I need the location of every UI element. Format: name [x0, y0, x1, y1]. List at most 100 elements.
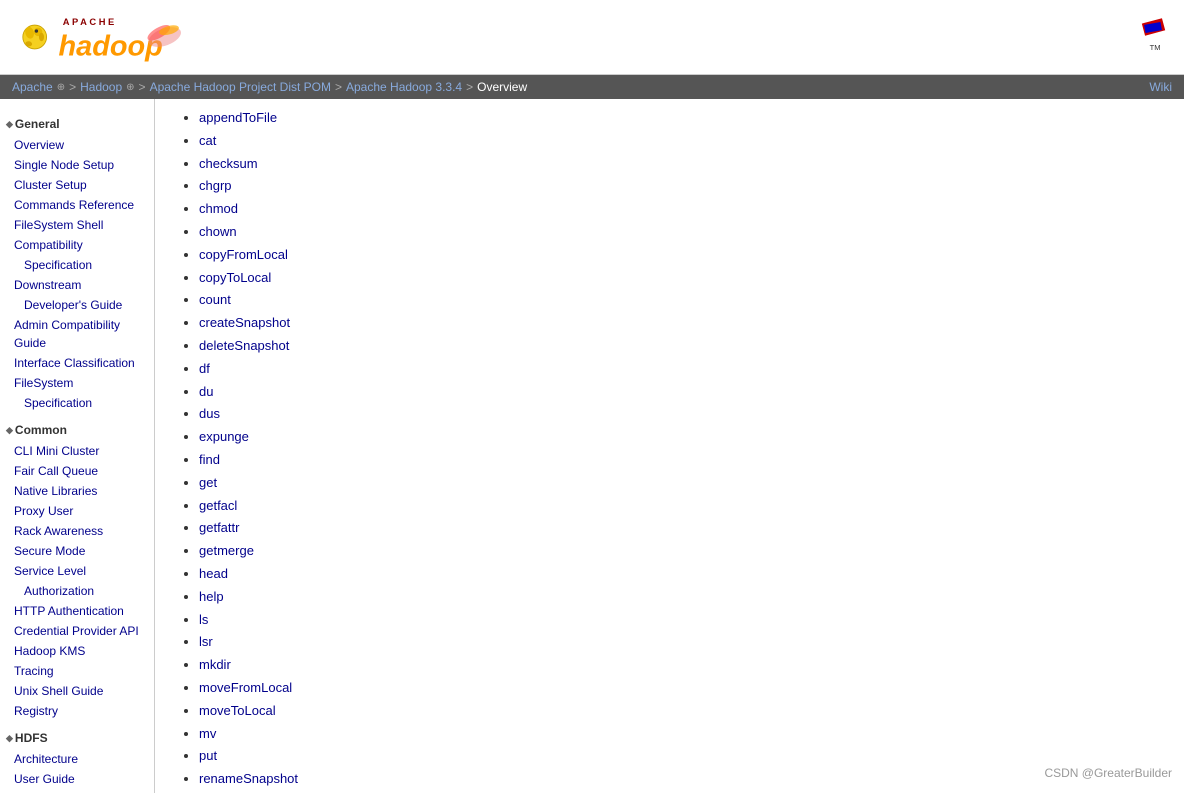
layout: General Overview Single Node Setup Clust…	[0, 99, 1184, 793]
command-link[interactable]: cat	[199, 133, 216, 148]
command-link[interactable]: lsr	[199, 634, 213, 649]
list-item: chgrp	[199, 175, 1160, 198]
command-link[interactable]: copyToLocal	[199, 270, 271, 285]
command-link[interactable]: chgrp	[199, 178, 232, 193]
sidebar-link-unix-shell[interactable]: Unix Shell Guide	[6, 681, 148, 701]
command-link[interactable]: appendToFile	[199, 110, 277, 125]
list-item: moveFromLocal	[199, 677, 1160, 700]
list-item: dus	[199, 403, 1160, 426]
svg-text:hadoop: hadoop	[58, 31, 162, 63]
sidebar-link-cluster-setup[interactable]: Cluster Setup	[6, 175, 148, 195]
command-link[interactable]: find	[199, 452, 220, 467]
sidebar-link-commands-ref[interactable]: Commands Reference	[6, 195, 148, 215]
list-item: getmerge	[199, 540, 1160, 563]
command-link[interactable]: mkdir	[199, 657, 231, 672]
sidebar-link-interface-class[interactable]: Interface Classification	[6, 353, 148, 373]
breadcrumb: Apache ⊕ > Hadoop ⊕ > Apache Hadoop Proj…	[0, 75, 1184, 99]
breadcrumb-dist-pom[interactable]: Apache Hadoop Project Dist POM	[150, 80, 331, 94]
list-item: count	[199, 289, 1160, 312]
sidebar-link-overview[interactable]: Overview	[6, 135, 148, 155]
sidebar-link-http-auth[interactable]: HTTP Authentication	[6, 601, 148, 621]
sidebar-link-service-level[interactable]: Service Level	[6, 561, 148, 581]
sidebar-link-secure-mode[interactable]: Secure Mode	[6, 541, 148, 561]
command-link[interactable]: getmerge	[199, 543, 254, 558]
sidebar-link-specification[interactable]: Specification	[6, 255, 148, 275]
top-right-area: TM	[1118, 15, 1168, 60]
breadcrumb-icon-2: ⊕	[126, 82, 134, 93]
sidebar-section-common: Common	[6, 423, 148, 437]
svg-text:TM: TM	[1150, 43, 1161, 52]
sidebar-link-rack-awareness[interactable]: Rack Awareness	[6, 521, 148, 541]
list-item: cat	[199, 130, 1160, 153]
sidebar-link-downstream[interactable]: Downstream	[6, 275, 148, 295]
command-link[interactable]: deleteSnapshot	[199, 338, 289, 353]
list-item: help	[199, 586, 1160, 609]
apache-hadoop-logo: APACHE hadoop	[16, 8, 186, 66]
breadcrumb-sep-2: >	[139, 80, 146, 94]
sidebar-link-credential-api[interactable]: Credential Provider API	[6, 621, 148, 641]
sidebar-link-fair-call[interactable]: Fair Call Queue	[6, 461, 148, 481]
sidebar-link-cli-mini[interactable]: CLI Mini Cluster	[6, 441, 148, 461]
sidebar-link-filesystem[interactable]: FileSystem	[6, 373, 148, 393]
breadcrumb-hadoop[interactable]: Hadoop	[80, 80, 122, 94]
command-link[interactable]: head	[199, 566, 228, 581]
command-link[interactable]: getfacl	[199, 498, 237, 513]
command-link[interactable]: mv	[199, 726, 216, 741]
list-item: du	[199, 381, 1160, 404]
command-link[interactable]: chown	[199, 224, 237, 239]
breadcrumb-apache[interactable]: Apache	[12, 80, 53, 94]
list-item: find	[199, 449, 1160, 472]
command-link[interactable]: chmod	[199, 201, 238, 216]
command-link[interactable]: du	[199, 384, 213, 399]
sidebar-section-hdfs: HDFS	[6, 731, 148, 745]
command-link[interactable]: get	[199, 475, 217, 490]
list-item: chown	[199, 221, 1160, 244]
sidebar-link-developers-guide[interactable]: Developer's Guide	[6, 295, 148, 315]
breadcrumb-version[interactable]: Apache Hadoop 3.3.4	[346, 80, 462, 94]
command-link[interactable]: getfattr	[199, 520, 239, 535]
sidebar-link-admin-compat[interactable]: Admin Compatibility Guide	[6, 315, 148, 353]
sidebar-link-native-libs[interactable]: Native Libraries	[6, 481, 148, 501]
command-link[interactable]: ls	[199, 612, 208, 627]
list-item: expunge	[199, 426, 1160, 449]
sidebar-link-architecture[interactable]: Architecture	[6, 749, 148, 769]
command-link[interactable]: count	[199, 292, 231, 307]
sidebar-link-hadoop-kms[interactable]: Hadoop KMS	[6, 641, 148, 661]
sidebar-link-registry[interactable]: Registry	[6, 701, 148, 721]
sidebar-link-compatibility[interactable]: Compatibility	[6, 235, 148, 255]
command-link[interactable]: createSnapshot	[199, 315, 290, 330]
sidebar-link-single-node[interactable]: Single Node Setup	[6, 155, 148, 175]
list-item: copyToLocal	[199, 267, 1160, 290]
command-link[interactable]: checksum	[199, 156, 258, 171]
command-link[interactable]: df	[199, 361, 210, 376]
list-item: head	[199, 563, 1160, 586]
command-link[interactable]: copyFromLocal	[199, 247, 288, 262]
wiki-link[interactable]: Wiki	[1149, 80, 1172, 94]
sidebar-link-hdfs-commands[interactable]: Commands Reference	[6, 789, 148, 793]
sidebar-link-authorization[interactable]: Authorization	[6, 581, 148, 601]
command-link[interactable]: moveFromLocal	[199, 680, 292, 695]
command-link[interactable]: dus	[199, 406, 220, 421]
list-item: deleteSnapshot	[199, 335, 1160, 358]
sidebar-section-general: General	[6, 117, 148, 131]
command-link[interactable]: moveToLocal	[199, 703, 276, 718]
list-item: mv	[199, 723, 1160, 746]
sidebar-link-proxy-user[interactable]: Proxy User	[6, 501, 148, 521]
sidebar-link-fs-specification[interactable]: Specification	[6, 393, 148, 413]
sidebar-link-filesystem-shell[interactable]: FileSystem Shell	[6, 215, 148, 235]
command-link[interactable]: renameSnapshot	[199, 771, 298, 786]
list-item: checksum	[199, 153, 1160, 176]
command-link[interactable]: put	[199, 748, 217, 763]
sidebar-link-user-guide[interactable]: User Guide	[6, 769, 148, 789]
command-link[interactable]: expunge	[199, 429, 249, 444]
list-item: getfattr	[199, 517, 1160, 540]
watermark: CSDN @GreaterBuilder	[1044, 766, 1172, 780]
list-item: lsr	[199, 631, 1160, 654]
header: APACHE hadoop TM	[0, 0, 1184, 75]
list-item: copyFromLocal	[199, 244, 1160, 267]
command-list: appendToFile cat checksum chgrp chmod chown co…	[179, 107, 1160, 793]
breadcrumb-current: Overview	[477, 80, 527, 94]
sidebar-link-tracing[interactable]: Tracing	[6, 661, 148, 681]
breadcrumb-icon-1: ⊕	[57, 82, 65, 93]
command-link[interactable]: help	[199, 589, 224, 604]
